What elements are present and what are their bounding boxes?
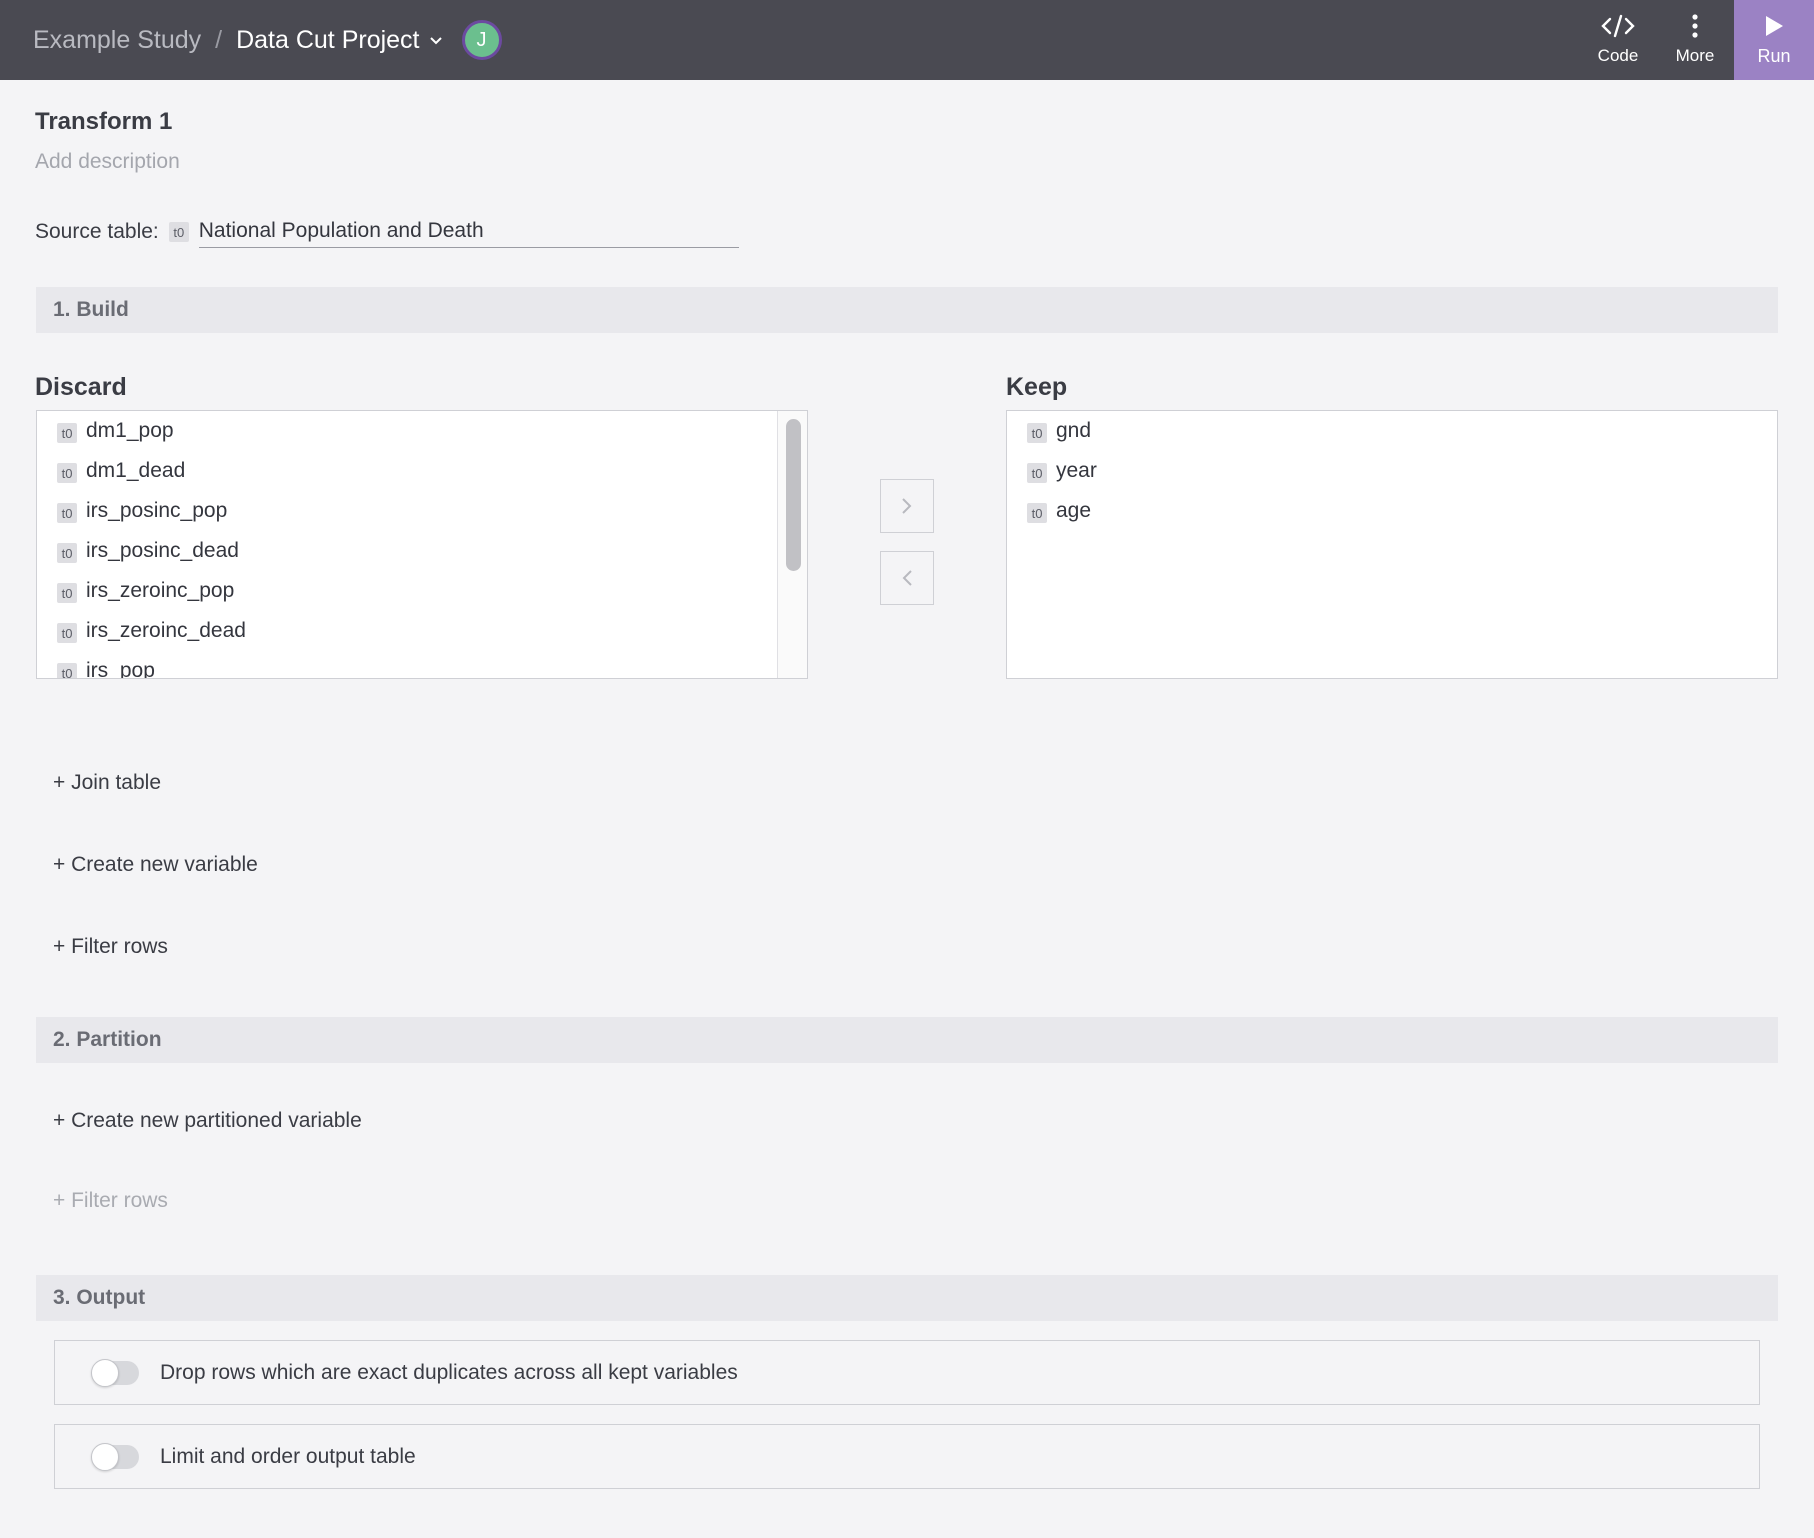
more-button[interactable]: More — [1657, 0, 1733, 80]
play-icon — [1763, 14, 1785, 43]
list-item[interactable]: t0 dm1_dead — [37, 451, 807, 491]
list-item[interactable]: t0 gnd — [1007, 411, 1777, 451]
table-tag: t0 — [57, 423, 77, 443]
variable-name: dm1_pop — [86, 419, 174, 442]
discard-title: Discard — [35, 373, 127, 401]
table-tag: t0 — [57, 463, 77, 483]
table-tag: t0 — [168, 222, 189, 242]
source-table-input[interactable] — [198, 216, 739, 248]
keep-list[interactable]: t0 gnd t0 year t0 age — [1006, 410, 1778, 679]
chevron-left-icon — [901, 563, 913, 594]
limit-order-option: Limit and order output table — [54, 1424, 1760, 1489]
move-to-discard-button[interactable] — [880, 551, 934, 605]
toggle-knob — [91, 1358, 119, 1387]
chevron-down-icon[interactable] — [429, 32, 442, 48]
variable-name: irs_zeroinc_pop — [86, 579, 235, 602]
code-icon — [1601, 14, 1635, 43]
list-item[interactable]: t0 dm1_pop — [37, 411, 807, 451]
list-item[interactable]: t0 year — [1007, 451, 1777, 491]
variable-name: irs_zeroinc_dead — [86, 619, 246, 642]
breadcrumb-study-link[interactable]: Example Study — [33, 26, 201, 55]
avatar[interactable]: J — [461, 20, 502, 60]
more-vertical-icon — [1691, 14, 1699, 43]
transform-title[interactable]: Transform 1 — [35, 108, 172, 136]
variable-name: year — [1056, 459, 1097, 482]
code-button[interactable]: Code — [1580, 0, 1656, 80]
section-build-header[interactable]: 1. Build — [36, 287, 1778, 333]
filter-rows-link[interactable]: + Filter rows — [53, 935, 168, 959]
top-bar: Example Study / Data Cut Project J Code … — [0, 0, 1814, 80]
list-item[interactable]: t0 irs_zeroinc_dead — [37, 611, 807, 651]
section-partition-header[interactable]: 2. Partition — [36, 1017, 1778, 1063]
variable-name: age — [1056, 499, 1092, 522]
breadcrumb-separator: / — [215, 25, 223, 54]
join-table-link[interactable]: + Join table — [53, 771, 161, 795]
limit-order-label: Limit and order output table — [160, 1444, 416, 1468]
variable-name: irs_posinc_dead — [86, 539, 239, 562]
keep-title: Keep — [1006, 373, 1068, 401]
list-item[interactable]: t0 irs_zeroinc_pop — [37, 571, 807, 611]
table-tag: t0 — [1027, 503, 1047, 523]
variable-name: irs_pop — [86, 659, 155, 679]
run-button-label: Run — [1757, 45, 1791, 66]
avatar-initial: J — [476, 28, 487, 51]
list-item[interactable]: t0 irs_posinc_dead — [37, 531, 807, 571]
table-tag: t0 — [57, 663, 77, 678]
table-tag: t0 — [57, 503, 77, 523]
variable-name: gnd — [1056, 419, 1092, 442]
code-button-label: Code — [1597, 46, 1639, 65]
move-to-keep-button[interactable] — [880, 479, 934, 533]
chevron-right-icon — [901, 491, 913, 522]
limit-order-toggle[interactable] — [91, 1442, 139, 1471]
section-output-header[interactable]: 3. Output — [36, 1275, 1778, 1321]
create-variable-link[interactable]: + Create new variable — [53, 853, 258, 877]
breadcrumb-project-link[interactable]: Data Cut Project — [236, 26, 419, 55]
table-tag: t0 — [1027, 463, 1047, 483]
table-tag: t0 — [57, 543, 77, 563]
breadcrumb: Example Study / Data Cut Project J — [33, 20, 502, 60]
scrollbar-thumb[interactable] — [786, 419, 801, 571]
partition-filter-rows-link: + Filter rows — [53, 1189, 168, 1212]
discard-list[interactable]: t0 dm1_pop t0 dm1_dead t0 irs_posinc_pop t0 irs… — [36, 410, 808, 679]
list-item[interactable]: t0 age — [1007, 491, 1777, 531]
variable-name: dm1_dead — [86, 459, 186, 482]
drop-duplicates-option: Drop rows which are exact duplicates acr… — [54, 1340, 1760, 1405]
source-table-label: Source table: — [35, 220, 159, 243]
create-partitioned-variable-link[interactable]: + Create new partitioned variable — [53, 1109, 362, 1133]
drop-duplicates-toggle[interactable] — [91, 1358, 139, 1387]
add-description-link[interactable]: Add description — [35, 150, 180, 174]
more-button-label: More — [1675, 46, 1715, 65]
source-table-row: Source table: t0 — [35, 216, 739, 248]
table-tag: t0 — [1027, 423, 1047, 443]
table-tag: t0 — [57, 623, 77, 643]
variable-name: irs_posinc_pop — [86, 499, 228, 522]
discard-scrollbar[interactable] — [777, 411, 807, 678]
run-button[interactable]: Run — [1734, 0, 1814, 80]
list-item[interactable]: t0 irs_posinc_pop — [37, 491, 807, 531]
table-tag: t0 — [57, 583, 77, 603]
toggle-knob — [91, 1442, 119, 1471]
drop-duplicates-label: Drop rows which are exact duplicates acr… — [160, 1360, 738, 1384]
list-item[interactable]: t0 irs_pop — [37, 651, 807, 679]
